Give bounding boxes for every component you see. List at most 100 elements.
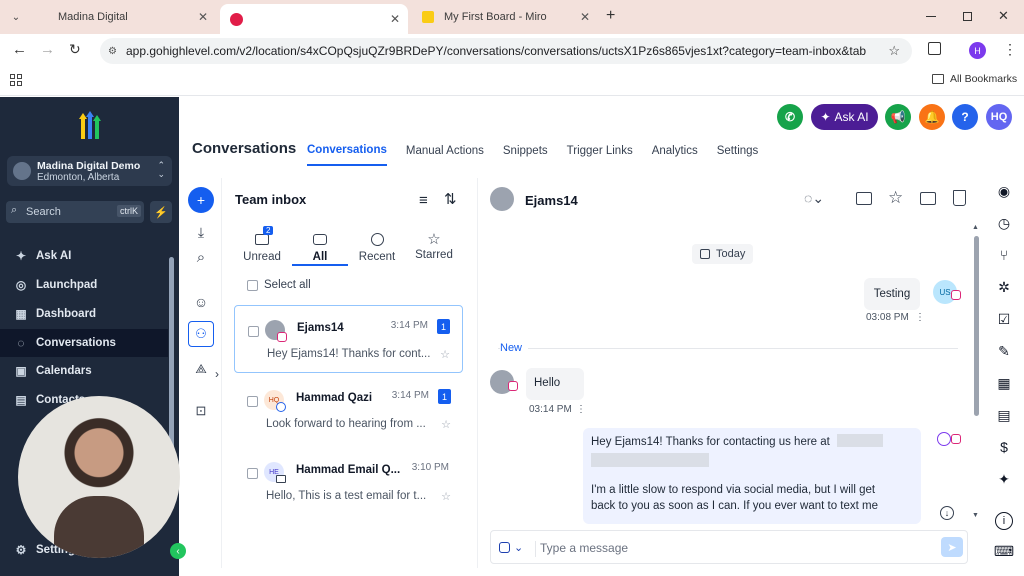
- scroll-down-icon[interactable]: ↓: [940, 506, 954, 520]
- star-icon[interactable]: ☆: [440, 348, 450, 361]
- megaphone-button[interactable]: 📢: [885, 104, 911, 130]
- restore-icon[interactable]: [963, 12, 972, 21]
- star-icon[interactable]: ☆: [441, 418, 451, 431]
- folder-icon: [932, 74, 944, 84]
- tab-trigger-links[interactable]: Trigger Links: [567, 136, 633, 166]
- tab-settings[interactable]: Settings: [717, 136, 759, 166]
- tab-manual-actions[interactable]: Manual Actions: [406, 136, 484, 166]
- payments-icon[interactable]: $: [995, 438, 1013, 456]
- compose-icon[interactable]: +: [188, 187, 214, 213]
- network-icon[interactable]: ⟁: [188, 356, 214, 382]
- close-icon[interactable]: ✕: [390, 12, 400, 26]
- row-checkbox[interactable]: [247, 396, 258, 407]
- scroll-down-arrow-icon[interactable]: ▼: [972, 512, 979, 519]
- browser-tab-active[interactable]: ✕: [220, 4, 408, 34]
- site-info-icon[interactable]: ⚙: [108, 46, 117, 57]
- apps-grid-icon[interactable]: [10, 74, 22, 86]
- back-icon[interactable]: ←: [12, 41, 27, 58]
- quick-action-button[interactable]: ⚡: [150, 201, 172, 223]
- delete-icon[interactable]: [953, 190, 966, 206]
- sidebar-item-ask-ai[interactable]: ✦ Ask AI: [0, 242, 168, 270]
- extensions-icon[interactable]: [928, 42, 941, 55]
- webcam-overlay: [18, 396, 180, 558]
- message-options-icon[interactable]: ⋮: [915, 312, 925, 323]
- chat-scrollbar[interactable]: [974, 236, 979, 416]
- sidebar-item-launchpad[interactable]: ◎ Launchpad: [0, 271, 168, 299]
- channel-selector[interactable]: ⌄: [499, 541, 523, 554]
- archive-icon[interactable]: ⊡: [188, 398, 214, 424]
- conversation-item[interactable]: HQ Hammad Qazi 3:14 PM 1 Look forward to…: [234, 376, 463, 444]
- contact-icon[interactable]: ◉: [995, 182, 1013, 200]
- chat-type-icon[interactable]: ◌⌄: [804, 190, 824, 207]
- workflow-icon[interactable]: ⑂: [995, 246, 1013, 264]
- close-window-icon[interactable]: ✕: [998, 8, 1009, 24]
- email-icon: [276, 475, 286, 483]
- sparkle-icon: ✦: [15, 249, 27, 263]
- close-icon[interactable]: ✕: [198, 10, 208, 24]
- tab-search-button[interactable]: ⌄: [8, 9, 24, 25]
- browser-tab[interactable]: Madina Digital ✕: [36, 4, 216, 30]
- close-icon[interactable]: ✕: [580, 10, 590, 24]
- message-input[interactable]: Type a message: [535, 541, 935, 557]
- scroll-up-icon[interactable]: ▲: [972, 224, 979, 231]
- row-checkbox[interactable]: [247, 468, 258, 479]
- send-button[interactable]: ➤: [941, 537, 963, 557]
- sidebar-item-calendars[interactable]: ▣ Calendars: [0, 357, 168, 385]
- filter-icon[interactable]: ≡: [419, 192, 428, 209]
- star-icon[interactable]: ☆: [888, 188, 903, 208]
- document-icon[interactable]: ▤: [995, 406, 1013, 424]
- browser-tab[interactable]: My First Board - Miro ✕: [412, 4, 598, 30]
- conversation-name: Hammad Email Q...: [296, 464, 401, 476]
- tasks-icon[interactable]: ☑: [995, 310, 1013, 328]
- sidebar-item-label: Conversations: [36, 337, 116, 349]
- sidebar-item-label: Ask AI: [36, 250, 72, 262]
- notes-icon[interactable]: ✎: [995, 342, 1013, 360]
- new-tab-icon[interactable]: +: [606, 7, 615, 25]
- notification-bell-button[interactable]: 🔔: [919, 104, 945, 130]
- sidebar-search[interactable]: ⌕ Search ctrlK: [6, 201, 144, 223]
- filter-starred[interactable]: ☆ Starred: [406, 226, 462, 266]
- forward-icon[interactable]: →: [40, 41, 55, 58]
- filter-all[interactable]: All: [292, 226, 348, 266]
- help-button[interactable]: ?: [952, 104, 978, 130]
- url-field[interactable]: ⚙ app.gohighlevel.com/v2/location/s4xCOp…: [100, 38, 912, 64]
- mark-read-icon[interactable]: [920, 192, 936, 205]
- ai-sparkle-icon[interactable]: ✦: [995, 470, 1013, 488]
- tab-analytics[interactable]: Analytics: [652, 136, 698, 166]
- tab-snippets[interactable]: Snippets: [503, 136, 548, 166]
- sidebar-item-conversations[interactable]: ◌ Conversations: [0, 329, 168, 357]
- info-icon[interactable]: i: [995, 512, 1013, 530]
- browser-menu-icon[interactable]: ⋮: [1003, 41, 1017, 58]
- user-avatar[interactable]: HQ: [986, 104, 1012, 130]
- keyboard-icon[interactable]: ⌨: [994, 542, 1014, 560]
- download-icon[interactable]: ⤓: [188, 219, 214, 245]
- redacted-block: [591, 452, 709, 467]
- filter-unread[interactable]: 2 Unread: [234, 226, 290, 266]
- calendar-icon[interactable]: ▦: [995, 374, 1013, 392]
- integrations-icon[interactable]: ✲: [995, 278, 1013, 296]
- select-all-checkbox[interactable]: [247, 280, 258, 291]
- folder-icon[interactable]: [856, 192, 872, 205]
- user-icon[interactable]: ☺: [188, 289, 214, 315]
- sidebar-item-dashboard[interactable]: ▦ Dashboard: [0, 300, 168, 328]
- sort-icon[interactable]: ⇅: [444, 190, 457, 208]
- message-options-icon[interactable]: ⋮: [576, 404, 586, 415]
- history-icon[interactable]: ◷: [995, 214, 1013, 232]
- location-switcher[interactable]: Madina Digital Demo Edmonton, Alberta ⌃ ⌄: [7, 156, 172, 186]
- search-icon[interactable]: ⌕: [188, 244, 214, 270]
- conversation-item[interactable]: HE Hammad Email Q... 3:10 PM Hello, This…: [234, 448, 463, 516]
- sidebar-scrollbar[interactable]: [169, 257, 174, 457]
- minimize-icon[interactable]: [926, 16, 936, 17]
- star-icon[interactable]: ☆: [441, 490, 451, 503]
- tab-conversations[interactable]: Conversations: [307, 136, 387, 166]
- reload-icon[interactable]: ↻: [69, 41, 81, 58]
- row-checkbox[interactable]: [248, 326, 259, 337]
- all-bookmarks[interactable]: All Bookmarks: [932, 73, 1017, 85]
- conversation-item[interactable]: Ejams14 3:14 PM 1 Hey Ejams14! Thanks fo…: [234, 305, 463, 373]
- bookmark-star-icon[interactable]: ☆: [888, 43, 900, 59]
- profile-avatar[interactable]: H: [969, 42, 986, 59]
- call-button[interactable]: ✆: [777, 104, 803, 130]
- team-inbox-icon[interactable]: ⚇: [188, 321, 214, 347]
- ask-ai-button[interactable]: ✦ Ask AI: [811, 104, 878, 130]
- filter-recent[interactable]: Recent: [349, 226, 405, 266]
